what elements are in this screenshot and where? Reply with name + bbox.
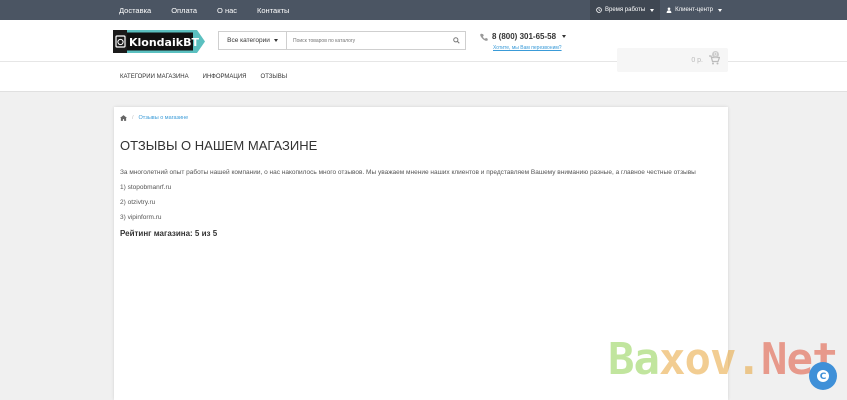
phone-dropdown[interactable]: 8 (800) 301-65-58 xyxy=(480,32,567,41)
cart-total: 0 р. xyxy=(691,56,703,64)
breadcrumb-current[interactable]: Отзывы о магазине xyxy=(139,115,189,121)
top-nav-payment[interactable]: Оплата xyxy=(171,6,197,15)
chevron-down-icon xyxy=(650,8,655,12)
menu-item-categories[interactable]: КАТЕГОРИИ МАГАЗИНА xyxy=(120,74,189,80)
search-icon xyxy=(452,37,460,44)
chevron-down-icon xyxy=(273,39,278,42)
cart-button[interactable]: 0 р. 0 xyxy=(617,48,728,72)
clock-icon xyxy=(596,7,602,13)
chevron-down-icon xyxy=(718,8,722,12)
client-center-label: Клиент-центр xyxy=(675,7,713,13)
watermark-letter: . xyxy=(735,334,762,385)
logo[interactable]: KlondaikBT xyxy=(113,30,205,53)
menu-item-reviews[interactable]: ОТЗЫВЫ xyxy=(261,74,288,80)
top-nav-about[interactable]: О нас xyxy=(217,6,237,15)
breadcrumb: / Отзывы о магазине xyxy=(120,115,722,121)
watermark: Baxov.Net xyxy=(608,334,838,385)
logo-text: KlondaikBT xyxy=(129,36,199,49)
watermark-letter: B xyxy=(608,334,634,385)
phone-icon xyxy=(480,33,488,41)
chat-button[interactable]: C xyxy=(809,362,837,390)
search-input[interactable] xyxy=(287,32,447,49)
chat-icon: C xyxy=(817,370,829,382)
watermark-letter: v xyxy=(710,334,736,385)
top-nav: Доставка Оплата О нас Контакты xyxy=(119,6,309,15)
page-title: ОТЗЫВЫ О НАШЕМ МАГАЗИНЕ xyxy=(120,138,318,153)
watermark-letter: o xyxy=(684,334,711,385)
search-button[interactable] xyxy=(447,32,465,49)
phone-block: 8 (800) 301-65-58 Хотите, мы Вам перезво… xyxy=(480,32,567,51)
work-hours-label: Время работы xyxy=(605,7,646,13)
watermark-letter: x xyxy=(659,334,685,385)
callback-link[interactable]: Хотите, мы Вам перезвоним? xyxy=(493,45,566,51)
top-bar: Доставка Оплата О нас Контакты Время раб… xyxy=(0,0,847,20)
chevron-down-icon xyxy=(562,35,567,38)
user-icon xyxy=(666,7,672,13)
review-site-1: 1) stopobmanrf.ru xyxy=(120,184,172,191)
intro-text: За многолетний опыт работы нашей компани… xyxy=(120,169,696,176)
category-select-label: Все категории xyxy=(227,37,270,44)
review-site-3: 3) vipinform.ru xyxy=(120,214,162,221)
top-bar-right: Время работы Клиент-центр xyxy=(590,0,728,20)
review-site-2: 2) otzivtry.ru xyxy=(120,199,156,206)
home-icon[interactable] xyxy=(120,115,127,121)
phone-number: 8 (800) 301-65-58 xyxy=(492,32,557,41)
svg-text:C: C xyxy=(820,372,827,382)
top-nav-contacts[interactable]: Контакты xyxy=(257,6,289,15)
header: KlondaikBT Все категории 8 (800) 301-65-… xyxy=(0,20,847,72)
work-hours-dropdown[interactable]: Время работы xyxy=(590,0,661,20)
client-center-dropdown[interactable]: Клиент-центр xyxy=(660,0,728,20)
breadcrumb-separator: / xyxy=(132,115,134,121)
cart-count-badge: 0 xyxy=(712,51,719,58)
category-select[interactable]: Все категории xyxy=(219,32,287,49)
store-rating: Рейтинг магазина: 5 из 5 xyxy=(120,229,218,238)
search-bar: Все категории xyxy=(218,31,466,50)
watermark-letter: N xyxy=(761,334,787,385)
top-nav-delivery[interactable]: Доставка xyxy=(119,6,151,15)
watermark-letter: a xyxy=(633,334,660,385)
menu-item-info[interactable]: ИНФОРМАЦИЯ xyxy=(203,74,247,80)
